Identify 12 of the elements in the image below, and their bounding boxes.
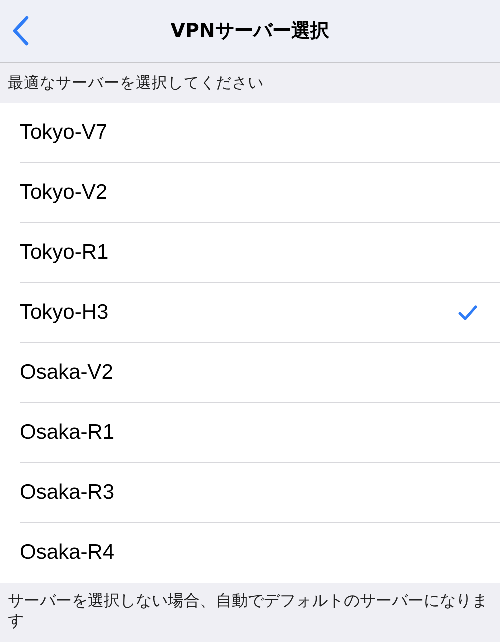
screen-title: VPNサーバー選択 bbox=[170, 19, 330, 44]
server-row[interactable]: Tokyo-V7 bbox=[20, 103, 500, 163]
server-row[interactable]: Osaka-R3 bbox=[20, 463, 500, 523]
server-row[interactable]: Tokyo-V2 bbox=[20, 163, 500, 223]
footer-note: サーバーを選択しない場合、自動でデフォルトのサーバーになります bbox=[7, 590, 489, 631]
server-row[interactable]: Tokyo-R1 bbox=[20, 223, 500, 283]
server-row[interactable]: Osaka-V2 bbox=[20, 343, 500, 403]
chevron-left-icon bbox=[12, 16, 30, 46]
server-row[interactable]: Osaka-R1 bbox=[20, 403, 500, 463]
server-row[interactable]: Tokyo-H3 bbox=[20, 283, 500, 343]
server-row[interactable]: Osaka-R4 bbox=[20, 523, 500, 583]
section-header: 最適なサーバーを選択してください bbox=[7, 72, 265, 94]
